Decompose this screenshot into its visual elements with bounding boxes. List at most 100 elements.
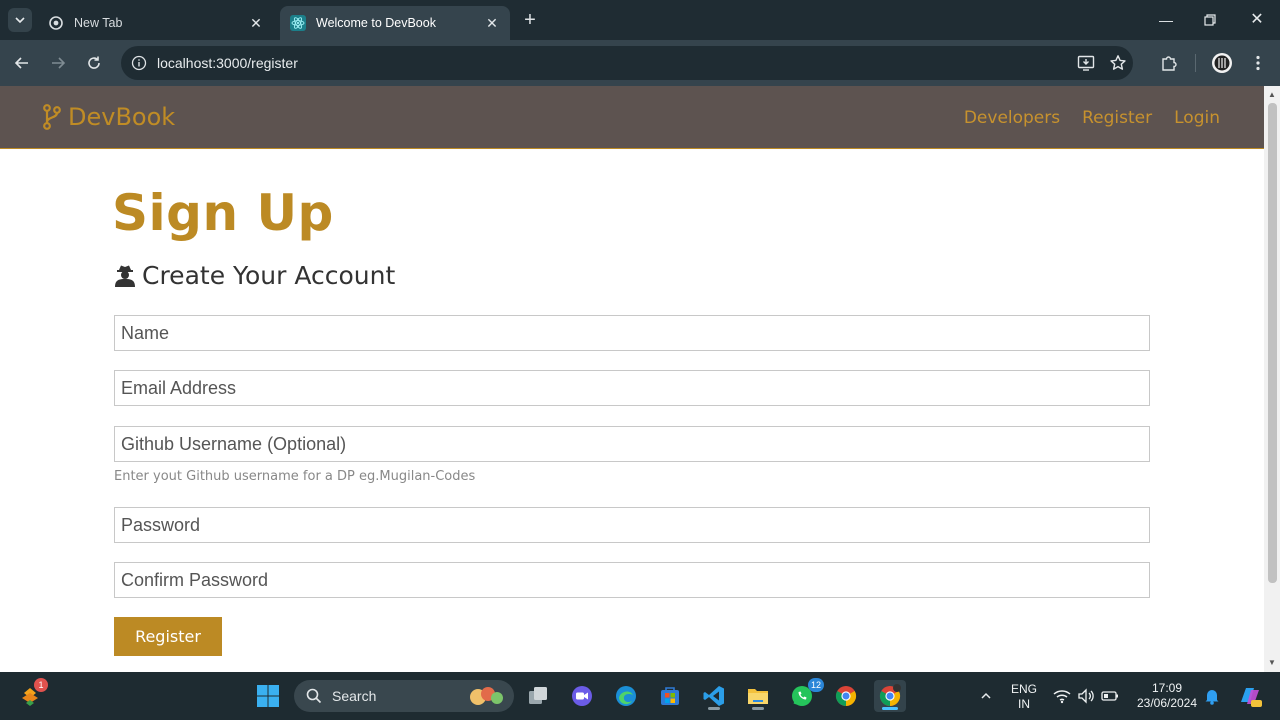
bell-icon [1205, 690, 1219, 705]
folder-icon [748, 689, 768, 704]
minimize-button[interactable]: — [1154, 8, 1178, 32]
site-brand-link[interactable]: DevBook [42, 103, 175, 131]
tab-welcome-to-devbook[interactable]: Welcome to DevBook ✕ [280, 6, 510, 40]
extensions-button[interactable] [1157, 51, 1181, 75]
chrome-app[interactable] [830, 680, 862, 712]
chevron-up-icon [981, 692, 991, 699]
copilot-button[interactable] [1234, 680, 1266, 712]
copilot-icon [1241, 688, 1262, 707]
close-icon[interactable]: ✕ [248, 15, 264, 31]
language-indicator[interactable]: ENG IN [1006, 682, 1042, 712]
meet-app[interactable] [566, 680, 598, 712]
user-secret-icon [115, 265, 135, 287]
arrow-right-icon [52, 57, 66, 69]
restore-icon [1204, 14, 1216, 26]
volume-icon [1078, 688, 1094, 704]
chrome-icon [48, 15, 64, 31]
scrollbar-thumb[interactable] [1268, 103, 1277, 583]
name-field[interactable] [114, 315, 1150, 351]
video-chat-icon [572, 686, 592, 706]
bookmark-button[interactable] [1106, 51, 1130, 75]
arrow-left-icon [14, 57, 28, 69]
restore-button[interactable] [1198, 8, 1222, 32]
search-label: Search [332, 688, 377, 704]
chrome-icon [835, 686, 857, 707]
puzzle-icon [1162, 56, 1177, 71]
active-indicator [882, 707, 898, 710]
chrome-icon [879, 684, 901, 707]
windows-icon [257, 685, 279, 707]
edge-app[interactable] [610, 680, 642, 712]
reload-icon [88, 56, 100, 69]
widgets-button[interactable]: 1 [14, 678, 48, 712]
running-indicator [752, 707, 764, 710]
email-field[interactable] [114, 370, 1150, 406]
close-icon[interactable]: ✕ [484, 15, 500, 31]
file-explorer-app[interactable] [742, 680, 774, 712]
task-view-button[interactable] [522, 680, 554, 712]
region-code: IN [1018, 697, 1030, 711]
profile-button[interactable] [1210, 51, 1234, 75]
browser-tab-strip: New Tab ✕ Welcome to DevBook ✕ + — ✕ [0, 0, 1280, 40]
browser-toolbar: localhost:3000/register [0, 40, 1280, 86]
nav-link-developers[interactable]: Developers [964, 108, 1060, 128]
address-bar[interactable]: localhost:3000/register [121, 46, 1133, 80]
show-hidden-icons-button[interactable] [970, 680, 1002, 712]
forward-button[interactable] [46, 51, 70, 75]
browser-menu-button[interactable] [1246, 51, 1270, 75]
confirm-password-field[interactable] [114, 562, 1150, 598]
search-highlight-icon [470, 687, 503, 705]
page-scrollbar[interactable]: ▲ ▼ [1264, 86, 1280, 672]
password-field[interactable] [114, 507, 1150, 543]
whatsapp-app[interactable]: 12 [786, 678, 824, 712]
page-title: Sign Up [112, 184, 334, 242]
site-nav-links: Developers Register Login [964, 108, 1220, 128]
subtitle-text: Create Your Account [142, 261, 396, 290]
battery-icon [1101, 691, 1118, 701]
scroll-up-icon[interactable]: ▲ [1267, 90, 1277, 100]
nav-link-login[interactable]: Login [1174, 108, 1220, 128]
scroll-down-icon[interactable]: ▼ [1267, 658, 1277, 668]
avatar [1212, 53, 1232, 73]
github-hint-text: Enter yout Github username for a DP eg.M… [114, 469, 476, 484]
start-button[interactable] [252, 680, 284, 712]
toolbar-divider [1195, 54, 1196, 72]
clock-time: 17:09 [1151, 681, 1183, 695]
clock-date: 23/06/2024 [1136, 696, 1198, 710]
store-icon [661, 687, 679, 705]
wifi-icon [1053, 690, 1071, 704]
back-button[interactable] [10, 51, 34, 75]
url-text: localhost:3000/register [157, 55, 298, 71]
chrome-profile-app[interactable] [874, 680, 906, 712]
brand-name: DevBook [68, 103, 176, 131]
tab-search-button[interactable] [8, 8, 32, 32]
edge-icon [616, 686, 636, 706]
web-page: DevBook Developers Register Login Sign U… [0, 86, 1280, 672]
vscode-app[interactable] [698, 680, 730, 712]
install-icon [1077, 55, 1095, 71]
close-window-button[interactable]: ✕ [1245, 8, 1269, 32]
install-app-button[interactable] [1074, 51, 1098, 75]
info-icon[interactable] [131, 55, 147, 71]
new-tab-button[interactable]: + [518, 10, 542, 32]
search-icon [306, 688, 322, 704]
tab-title: Welcome to DevBook [316, 16, 436, 30]
task-view-icon [529, 687, 547, 704]
nav-link-register[interactable]: Register [1082, 108, 1152, 128]
star-icon [1110, 55, 1126, 70]
register-button[interactable]: Register [114, 617, 222, 656]
code-branch-icon [43, 104, 61, 130]
reload-button[interactable] [82, 51, 106, 75]
store-app[interactable] [654, 680, 686, 712]
more-vertical-icon [1256, 55, 1260, 71]
clock[interactable]: 17:09 23/06/2024 [1130, 681, 1204, 711]
running-indicator [708, 707, 720, 710]
tab-new-tab[interactable]: New Tab ✕ [38, 6, 274, 40]
notifications-button[interactable] [1198, 680, 1226, 712]
whatsapp-badge: 12 [807, 678, 824, 692]
taskbar-search[interactable]: Search [294, 680, 514, 712]
page-subtitle: Create Your Account [114, 261, 395, 290]
github-username-field[interactable] [114, 426, 1150, 462]
widgets-badge: 1 [34, 678, 48, 692]
system-tray-status[interactable] [1046, 680, 1126, 712]
